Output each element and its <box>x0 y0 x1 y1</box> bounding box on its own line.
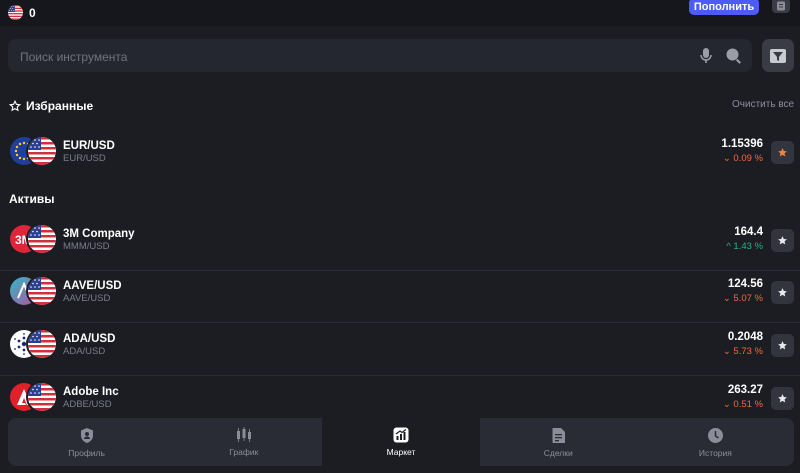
search-icon[interactable] <box>725 47 743 65</box>
assets-title: Активы <box>9 192 55 206</box>
star-icon <box>778 341 787 350</box>
document-button[interactable] <box>772 0 790 13</box>
asset-row[interactable]: ADA/USD ADA/USD 0.2048 ⌄ 5.73 % <box>0 323 800 376</box>
asset-symbol: AAVE/USD <box>63 293 111 304</box>
favorites-title: Избранные <box>26 99 94 113</box>
candlestick-icon <box>236 427 251 442</box>
star-filled-icon <box>778 148 787 157</box>
nav-profile[interactable]: Профиль <box>8 418 165 466</box>
asset-change: ⌄ 0.09 % <box>722 153 763 164</box>
asset-name: Adobe Inc <box>63 386 119 398</box>
asset-name: EUR/USD <box>63 140 115 152</box>
asset-price: 1.15396 <box>721 138 763 150</box>
star-icon <box>778 236 787 245</box>
us-flag-icon <box>28 277 56 305</box>
deposit-button[interactable]: Пополнить <box>689 0 759 15</box>
asset-price: 164.4 <box>734 226 763 238</box>
document-icon <box>777 1 785 10</box>
favorite-toggle-button[interactable] <box>771 387 794 410</box>
us-flag-icon <box>28 383 56 411</box>
us-flag-icon <box>8 5 23 20</box>
pair-icons <box>10 383 58 413</box>
favorite-toggle-button[interactable] <box>771 229 794 252</box>
asset-symbol: EUR/USD <box>63 153 106 164</box>
search-bar <box>8 39 752 74</box>
profile-shield-icon <box>80 427 93 443</box>
filter-button[interactable] <box>762 39 794 72</box>
asset-row[interactable]: 3M 3M Company MMM/USD 164.4 ^ 1.43 % <box>0 218 800 271</box>
pair-icons <box>10 330 58 360</box>
nav-history-label: История <box>698 447 732 458</box>
star-icon <box>778 394 787 403</box>
pair-icons <box>10 277 58 307</box>
us-flag-icon <box>28 330 56 358</box>
nav-chart[interactable]: График <box>165 418 322 466</box>
pair-icons: 3M <box>10 225 58 255</box>
asset-change: ^ 1.43 % <box>726 241 763 252</box>
favorite-toggle-button[interactable] <box>771 334 794 357</box>
filter-icon <box>770 48 786 63</box>
top-bar: 0 Пополнить <box>0 0 800 26</box>
nav-profile-label: Профиль <box>68 447 105 458</box>
nav-trades-label: Сделки <box>543 447 573 458</box>
asset-price: 124.56 <box>727 278 763 290</box>
clear-all-link[interactable]: Очистить все <box>732 99 794 110</box>
nav-market[interactable]: Маркет <box>322 418 480 466</box>
microphone-icon[interactable] <box>698 47 714 64</box>
asset-change: ⌄ 5.73 % <box>722 346 763 357</box>
asset-row[interactable]: AAVE/USD AAVE/USD 124.56 ⌄ 5.07 % <box>0 270 800 323</box>
asset-price: 0.2048 <box>727 331 763 343</box>
star-outline-icon <box>9 100 21 112</box>
asset-symbol: ADBE/USD <box>63 399 112 410</box>
asset-name: AAVE/USD <box>63 280 122 292</box>
trades-doc-icon <box>552 427 565 443</box>
favorites-header: Избранные <box>9 99 93 113</box>
nav-market-label: Маркет <box>386 447 416 457</box>
nav-history[interactable]: История <box>637 418 794 466</box>
asset-symbol: MMM/USD <box>63 241 110 252</box>
favorite-row-eurusd[interactable]: EUR/USD EUR/USD 1.15396 ⌄ 0.09 % <box>0 130 800 182</box>
asset-change: ⌄ 5.07 % <box>722 293 763 304</box>
favorite-toggle-button[interactable] <box>771 141 794 164</box>
nav-trades[interactable]: Сделки <box>480 418 637 466</box>
star-icon <box>778 288 787 297</box>
us-flag-icon <box>28 137 56 165</box>
bottom-navigation: Профиль График Маркет Сделки История <box>8 418 794 466</box>
bottom-edge <box>0 466 800 473</box>
nav-chart-label: График <box>229 447 259 457</box>
balance-display[interactable]: 0 <box>8 5 36 20</box>
asset-symbol: ADA/USD <box>63 346 106 357</box>
pair-icons <box>10 137 58 167</box>
asset-name: ADA/USD <box>63 333 116 345</box>
balance-value: 0 <box>29 5 36 20</box>
asset-change: ⌄ 0.51 % <box>722 399 763 410</box>
market-chart-icon <box>393 427 409 443</box>
us-flag-icon <box>28 225 56 253</box>
history-clock-icon <box>707 427 723 443</box>
asset-name: 3M Company <box>63 228 135 240</box>
search-input[interactable] <box>18 39 682 74</box>
favorite-toggle-button[interactable] <box>771 281 794 304</box>
asset-price: 263.27 <box>727 384 763 396</box>
